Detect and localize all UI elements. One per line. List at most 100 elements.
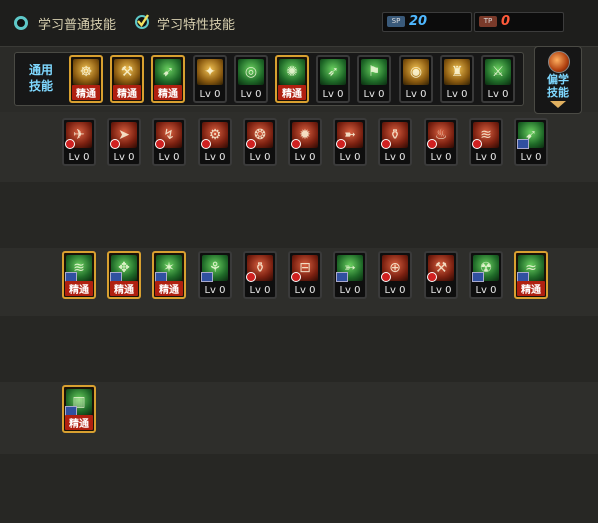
skill-level-label: Lv 0: [363, 89, 385, 100]
sx-marker-icon: [517, 139, 529, 149]
skill-slot-row2-4[interactable]: ⚘ Lv 0: [198, 251, 232, 299]
skill-glyph-icon: ☸: [79, 64, 93, 80]
skill-slot-row1-6[interactable]: ✹ Lv 0: [288, 118, 322, 166]
sx-marker-icon: [472, 272, 484, 282]
skill-level-label: Lv 0: [520, 152, 542, 163]
skill-level-label: Lv 0: [68, 152, 90, 163]
red-marker-icon: [291, 139, 301, 149]
skill-glyph-icon: ◉: [409, 64, 423, 80]
skill-slot-row2-7[interactable]: ➳ Lv 0: [333, 251, 367, 299]
red-marker-icon: [336, 139, 346, 149]
skill-slot-row1-11[interactable]: ➹ Lv 0: [514, 118, 548, 166]
red-marker-icon: [110, 139, 120, 149]
red-marker-icon: [427, 272, 437, 282]
specialty-orb-icon: [548, 51, 570, 73]
category-label-line1: 通用: [28, 63, 53, 77]
skill-level-label: Lv 0: [294, 285, 316, 296]
skill-glyph-icon: ✦: [204, 64, 216, 80]
skill-slot-row1-3[interactable]: ↯ Lv 0: [152, 118, 186, 166]
skill-level-label: Lv 0: [249, 152, 271, 163]
skill-level-label: Lv 0: [204, 285, 226, 296]
skill-slot-row2-1[interactable]: ≋ 精通: [62, 251, 96, 299]
normal-skill-radio[interactable]: [14, 16, 28, 30]
tp-value: 0: [501, 14, 511, 29]
sp-icon: SP: [387, 16, 405, 27]
skill-slot-row3-1[interactable]: ▥ 精通: [62, 385, 96, 433]
skill-level-label: Lv 0: [339, 285, 361, 296]
skill-level-label: 精通: [65, 415, 93, 430]
specialty-skill-button[interactable]: 偏学 技能: [534, 46, 582, 114]
skill-slot-row2-8[interactable]: ⊕ Lv 0: [378, 251, 412, 299]
skill-slot-row2-6[interactable]: ⊟ Lv 0: [288, 251, 322, 299]
skill-band-empty-2: [0, 316, 598, 382]
skill-glyph-icon: ➹: [162, 64, 174, 80]
sp-value: 20: [409, 14, 428, 29]
red-marker-icon: [201, 139, 211, 149]
skill-slot-row1-7[interactable]: ➼ Lv 0: [333, 118, 367, 166]
skill-slot-common-6[interactable]: ✺ 精通: [275, 55, 309, 103]
skill-level-label: Lv 0: [322, 89, 344, 100]
skill-slot-common-10[interactable]: ♜ Lv 0: [440, 55, 474, 103]
specialty-label-line2: 技能: [547, 86, 569, 99]
red-marker-icon: [381, 139, 391, 149]
skill-level-label: 精通: [155, 281, 183, 296]
skill-slot-common-4[interactable]: ✦ Lv 0: [193, 55, 227, 103]
skill-level-label: Lv 0: [158, 152, 180, 163]
skill-level-label: Lv 0: [199, 89, 221, 100]
skill-level-label: Lv 0: [475, 285, 497, 296]
skill-level-label: Lv 0: [384, 285, 406, 296]
skill-slot-row2-10[interactable]: ☢ Lv 0: [469, 251, 503, 299]
skill-slot-row1-8[interactable]: ⚱ Lv 0: [378, 118, 412, 166]
skill-level-label: Lv 0: [384, 152, 406, 163]
skill-slot-row2-11[interactable]: ≈ 精通: [514, 251, 548, 299]
skill-level-label: Lv 0: [430, 285, 452, 296]
skill-level-label: Lv 0: [249, 285, 271, 296]
skill-glyph-icon: ◎: [244, 64, 258, 80]
skill-level-label: Lv 0: [446, 89, 468, 100]
skill-level-label: Lv 0: [204, 152, 226, 163]
sx-marker-icon: [201, 272, 213, 282]
skill-slot-row2-2[interactable]: ✥ 精通: [107, 251, 141, 299]
skill-level-label: Lv 0: [475, 152, 497, 163]
specialty-label-line1: 偏学: [547, 73, 569, 86]
skill-slot-row1-10[interactable]: ≋ Lv 0: [469, 118, 503, 166]
skill-slot-row1-4[interactable]: ⚙ Lv 0: [198, 118, 232, 166]
skill-slot-common-11[interactable]: ⚔ Lv 0: [481, 55, 515, 103]
skill-slot-row2-9[interactable]: ⚒ Lv 0: [424, 251, 458, 299]
normal-skill-tab-label[interactable]: 学习普通技能: [38, 14, 116, 33]
skill-slot-row1-9[interactable]: ♨ Lv 0: [424, 118, 458, 166]
skill-slot-common-2[interactable]: ⚒ 精通: [110, 55, 144, 103]
skill-slot-row1-2[interactable]: ➤ Lv 0: [107, 118, 141, 166]
trait-skill-tab-label[interactable]: 学习特性技能: [157, 14, 235, 33]
skill-level-label: Lv 0: [339, 152, 361, 163]
skill-glyph-icon: ♜: [450, 64, 464, 80]
red-marker-icon: [427, 139, 437, 149]
skill-level-label: Lv 0: [487, 89, 509, 100]
skill-slot-row2-3[interactable]: ✶ 精通: [152, 251, 186, 299]
specialty-label: 偏学 技能: [535, 73, 581, 99]
skill-slot-common-8[interactable]: ⚑ Lv 0: [357, 55, 391, 103]
red-marker-icon: [381, 272, 391, 282]
skill-slot-common-1[interactable]: ☸ 精通: [69, 55, 103, 103]
skill-slot-row2-5[interactable]: ⚱ Lv 0: [243, 251, 277, 299]
skill-slot-common-3[interactable]: ➹ 精通: [151, 55, 185, 103]
skill-level-label: Lv 0: [113, 152, 135, 163]
skill-level-label: 精通: [517, 281, 545, 296]
trait-skill-checkbox-icon[interactable]: [134, 13, 150, 29]
skill-slot-row1-5[interactable]: ❂ Lv 0: [243, 118, 277, 166]
skill-slot-common-9[interactable]: ◉ Lv 0: [399, 55, 433, 103]
skill-level-label: 精通: [110, 281, 138, 296]
skill-level-label: Lv 0: [430, 152, 452, 163]
skill-slot-common-5[interactable]: ◎ Lv 0: [234, 55, 268, 103]
skill-glyph-icon: ⚔: [491, 64, 505, 80]
expand-arrow-icon: [550, 101, 566, 108]
skill-glyph-icon: ➶: [327, 64, 339, 80]
skill-glyph-icon: ⚒: [120, 64, 134, 80]
red-marker-icon: [291, 272, 301, 282]
common-skill-category[interactable]: 通用 技能: [22, 60, 60, 100]
skill-glyph-icon: ⚑: [367, 64, 381, 80]
skill-slot-row1-1[interactable]: ✈ Lv 0: [62, 118, 96, 166]
sx-marker-icon: [336, 272, 348, 282]
skill-slot-common-7[interactable]: ➶ Lv 0: [316, 55, 350, 103]
skill-level-label: Lv 0: [405, 89, 427, 100]
